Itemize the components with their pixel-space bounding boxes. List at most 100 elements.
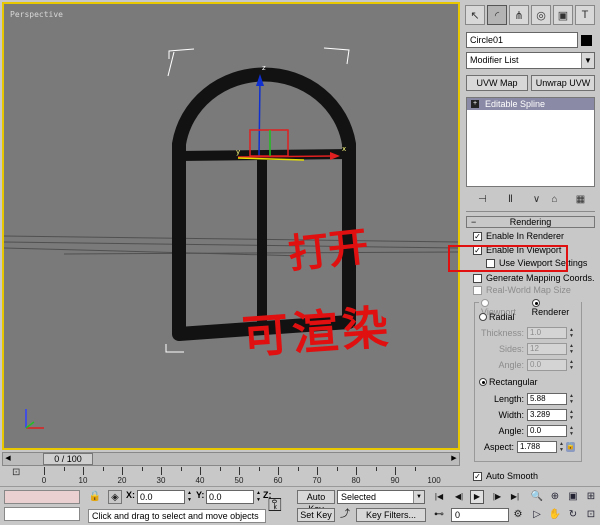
spinner-arrows-icon[interactable]: ▲ ▼ bbox=[255, 490, 262, 504]
time-config-icon[interactable]: ⚙ bbox=[511, 508, 525, 522]
zoom-extents-icon[interactable]: ▣ bbox=[566, 490, 580, 504]
object-color-swatch[interactable] bbox=[581, 34, 592, 46]
modifier-buttons: UVW Map Unwrap UVW bbox=[463, 69, 598, 91]
absolute-mode-icon[interactable]: ◈ bbox=[108, 490, 122, 504]
motion-icon[interactable]: ◎ bbox=[531, 5, 551, 25]
zoom-all-icon[interactable]: ⊕ bbox=[548, 490, 562, 504]
modifier-list-dropdown[interactable]: Modifier List ▼ bbox=[466, 52, 595, 69]
spinner-arrows-icon: ▲ ▼ bbox=[569, 343, 574, 355]
zoom-extents-all-icon[interactable]: ⊞ bbox=[584, 490, 598, 504]
modifier-stack[interactable]: + Editable Spline bbox=[466, 97, 595, 187]
axis-tripod bbox=[25, 409, 44, 429]
aspect-field[interactable]: 1.788 bbox=[517, 441, 557, 453]
spinner-arrows-icon[interactable]: ▲ ▼ bbox=[568, 425, 575, 437]
curve-editor-icon[interactable]: ⊡ bbox=[12, 467, 20, 478]
rectangular-option[interactable]: Rectangular bbox=[479, 377, 538, 387]
length-field[interactable]: 5.88 bbox=[527, 393, 567, 405]
aspect-spinner[interactable]: Aspect: 1.788 ▲ ▼ bbox=[484, 441, 565, 453]
rectangular-radio[interactable] bbox=[479, 378, 487, 386]
radial-option[interactable]: Radial bbox=[479, 312, 515, 322]
remove-modifier-icon[interactable]: ⌂ bbox=[547, 193, 562, 206]
angle-field-rect[interactable]: 0.0 bbox=[527, 425, 567, 437]
expand-icon[interactable]: + bbox=[471, 100, 479, 108]
object-name-row: Circle01 bbox=[463, 28, 598, 48]
key-mode-icon[interactable]: ⊷ bbox=[432, 508, 446, 522]
auto-smooth-option[interactable]: ✓ Auto Smooth bbox=[463, 470, 598, 482]
pan-icon[interactable]: ✋ bbox=[548, 508, 562, 522]
track-ticks: 0 10 20 30 40 50 60 70 80 90 100 bbox=[42, 467, 441, 485]
go-to-end-icon[interactable]: ▶| bbox=[508, 490, 522, 504]
real-world-map-size-option: Real-World Map Size bbox=[463, 284, 598, 296]
thickness-spinner: Thickness: 1.0 ▲ ▼ bbox=[480, 327, 574, 339]
x-coord-field[interactable]: 0.0 bbox=[137, 490, 185, 504]
go-to-start-icon[interactable]: |◀ bbox=[432, 490, 446, 504]
auto-smooth-checkbox[interactable]: ✓ bbox=[473, 471, 482, 481]
key-mode-dropdown[interactable]: Selected ▼ bbox=[337, 490, 425, 504]
make-unique-icon[interactable]: ∨ bbox=[529, 193, 544, 206]
lock-icon[interactable]: 🔒 bbox=[566, 442, 575, 452]
width-spinner[interactable]: Width: 3.289 ▲ ▼ bbox=[498, 409, 575, 421]
lock-selection-icon[interactable]: 🔒 bbox=[88, 490, 102, 504]
rendering-rollout-title: Rendering bbox=[509, 217, 552, 227]
previous-frame-icon[interactable]: ◀| bbox=[452, 490, 466, 504]
next-frame-icon[interactable]: |▶ bbox=[490, 490, 504, 504]
length-spinner[interactable]: Length: 5.88 ▲ ▼ bbox=[494, 393, 575, 405]
zoom-icon[interactable]: 🔍 bbox=[530, 490, 544, 504]
enable-in-viewport-option[interactable]: ✓ Enable In Viewport bbox=[463, 244, 598, 256]
current-frame-field[interactable]: 0 bbox=[451, 508, 509, 522]
auto-smooth-label: Auto Smooth bbox=[486, 471, 539, 481]
time-slider[interactable]: ◀ 0 / 100 ▶ bbox=[2, 452, 460, 466]
angle-spinner-rect[interactable]: Angle: 0.0 ▲ ▼ bbox=[498, 425, 575, 437]
generate-mapping-option[interactable]: Generate Mapping Coords. bbox=[463, 272, 598, 284]
stack-item-editable-spline[interactable]: + Editable Spline bbox=[467, 98, 594, 110]
perspective-viewport[interactable]: Perspective y x z 打开 可渲染 bbox=[2, 2, 460, 450]
maximize-viewport-icon[interactable]: ⊡ bbox=[584, 508, 598, 522]
enable-in-viewport-checkbox[interactable]: ✓ bbox=[473, 245, 482, 255]
renderer-radio-option[interactable]: Renderer bbox=[531, 297, 579, 317]
key-filters-button[interactable]: Key Filters... bbox=[356, 508, 426, 522]
y-coord-field[interactable]: 0.0 bbox=[206, 490, 254, 504]
use-viewport-settings-option[interactable]: Use Viewport Settings bbox=[463, 257, 598, 269]
maxscript-listener-top[interactable] bbox=[4, 490, 80, 504]
svg-text:y: y bbox=[236, 148, 240, 156]
width-field[interactable]: 3.289 bbox=[527, 409, 567, 421]
spinner-arrows-icon[interactable]: ▲ ▼ bbox=[186, 490, 193, 504]
utilities-icon[interactable]: T bbox=[575, 5, 595, 25]
spinner-arrows-icon[interactable]: ▲ ▼ bbox=[558, 441, 565, 453]
pin-stack-icon[interactable]: ⊣ bbox=[475, 193, 490, 206]
play-icon[interactable]: ▶ bbox=[470, 490, 484, 504]
create-icon[interactable]: ↖ bbox=[465, 5, 485, 25]
enable-in-viewport-label: Enable In Viewport bbox=[486, 245, 562, 255]
show-end-result-icon[interactable]: Ⅱ bbox=[503, 193, 518, 206]
maxscript-listener-bottom[interactable] bbox=[4, 507, 80, 521]
generate-mapping-checkbox[interactable] bbox=[473, 273, 482, 283]
object-name-field[interactable]: Circle01 bbox=[466, 32, 578, 48]
track-bar[interactable]: ⊡ 0 10 20 30 40 50 60 70 80 90 100 bbox=[2, 467, 460, 485]
uvw-map-button[interactable]: UVW Map bbox=[466, 75, 528, 91]
field-of-view-icon[interactable]: ▷ bbox=[530, 508, 544, 522]
orbit-icon[interactable]: ↻ bbox=[566, 508, 580, 522]
enable-in-renderer-checkbox[interactable]: ✓ bbox=[473, 231, 482, 241]
use-viewport-settings-checkbox[interactable] bbox=[486, 258, 495, 268]
spinner-arrows-icon[interactable]: ▲ ▼ bbox=[568, 409, 575, 421]
status-bar: 🔒 ◈ X: 0.0 ▲ ▼ Y: 0.0 ▲ ▼ Z: Click and dra… bbox=[0, 486, 600, 525]
prompt-line: Click and drag to select and move object… bbox=[88, 509, 266, 523]
time-slider-knob[interactable]: 0 / 100 bbox=[43, 453, 93, 465]
rendering-rollout-header[interactable]: − Rendering bbox=[466, 216, 595, 228]
hierarchy-icon[interactable]: ⋔ bbox=[509, 5, 529, 25]
enable-in-renderer-option[interactable]: ✓ Enable In Renderer bbox=[463, 230, 598, 242]
spinner-arrows-icon[interactable]: ▲ ▼ bbox=[568, 393, 575, 405]
set-key-button[interactable]: Set Key bbox=[297, 508, 335, 522]
track-tick-label: 100 bbox=[427, 476, 441, 485]
display-icon[interactable]: ▣ bbox=[553, 5, 573, 25]
modify-icon[interactable]: ◜ bbox=[487, 5, 507, 25]
chevron-right-icon[interactable]: ▶ bbox=[449, 453, 459, 465]
unwrap-uvw-button[interactable]: Unwrap UVW bbox=[531, 75, 595, 91]
angle-spinner-radial: Angle: 0.0 ▲ ▼ bbox=[498, 359, 574, 371]
chevron-left-icon[interactable]: ◀ bbox=[3, 453, 13, 465]
tangent-icon[interactable]: ⤴ bbox=[338, 508, 352, 522]
radial-radio[interactable] bbox=[479, 313, 487, 321]
auto-key-button[interactable]: Auto Key bbox=[297, 490, 335, 514]
svg-text:x: x bbox=[342, 145, 346, 153]
configure-sets-icon[interactable]: ▦ bbox=[573, 193, 588, 206]
